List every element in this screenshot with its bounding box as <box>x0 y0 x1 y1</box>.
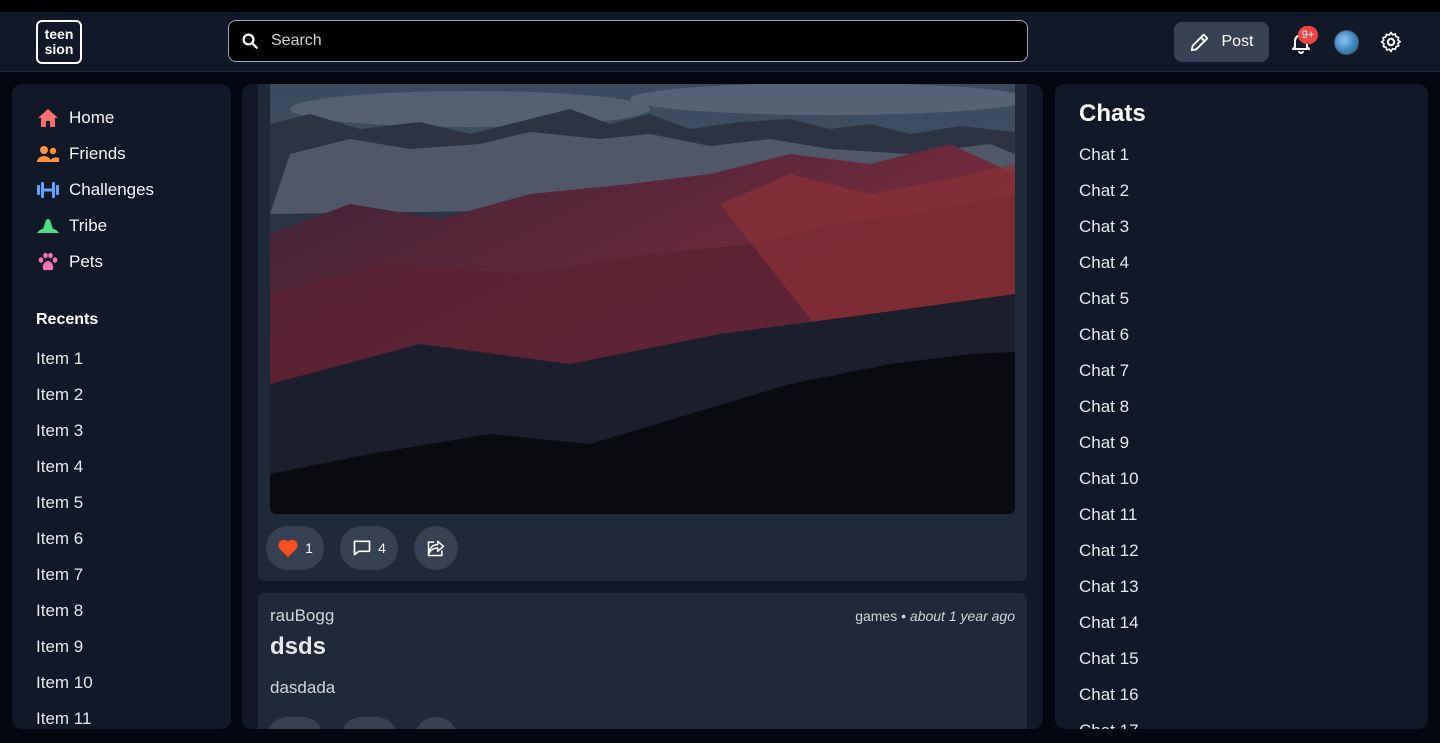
post-card: 1 4 <box>258 84 1027 581</box>
dumbbell-icon <box>37 182 59 198</box>
recent-item[interactable]: Item 6 <box>36 529 83 549</box>
post-category[interactable]: games <box>855 608 897 624</box>
chats-title: Chats <box>1079 100 1146 127</box>
chat-item[interactable]: Chat 2 <box>1079 181 1129 201</box>
chat-item[interactable]: Chat 15 <box>1079 649 1139 669</box>
users-icon <box>37 146 59 162</box>
nav-label: Home <box>69 108 115 127</box>
recent-item[interactable]: Item 5 <box>36 493 83 513</box>
chat-item[interactable]: Chat 10 <box>1079 469 1139 489</box>
post-title[interactable]: dsds <box>270 633 326 661</box>
hat-icon <box>37 219 59 233</box>
heart-icon <box>278 539 298 558</box>
post-time: about 1 year ago <box>909 608 1015 624</box>
chat-item[interactable]: Chat 9 <box>1079 433 1129 453</box>
nav-label: Friends <box>69 144 126 163</box>
chat-item[interactable]: Chat 11 <box>1079 505 1137 525</box>
recent-item[interactable]: Item 4 <box>36 457 83 477</box>
comment-button[interactable]: 4 <box>340 526 398 570</box>
nav-label: Challenges <box>69 180 155 199</box>
recent-item[interactable]: Item 8 <box>36 601 83 621</box>
gear-icon[interactable] <box>1379 30 1403 54</box>
share-button[interactable] <box>414 717 458 729</box>
home-icon <box>38 109 58 127</box>
post-meta: games • about 1 year ago <box>855 608 1015 624</box>
recent-item[interactable]: Item 3 <box>36 421 83 441</box>
feed: 1 4 rauBogg games • about 1 year ago dsd… <box>242 84 1043 729</box>
chat-item[interactable]: Chat 16 <box>1079 685 1139 705</box>
search-bar[interactable] <box>228 20 1028 62</box>
header: teen sion Post 9+ <box>0 12 1440 72</box>
post-image <box>270 84 1015 514</box>
chat-item[interactable]: Chat 5 <box>1079 289 1129 309</box>
recent-item[interactable]: Item 10 <box>36 673 93 693</box>
nav-item-home[interactable]: Home <box>36 104 114 132</box>
avatar[interactable] <box>1334 30 1359 55</box>
post-button[interactable]: Post <box>1174 22 1269 62</box>
nav-label: Tribe <box>69 216 108 235</box>
nav-label: Pets <box>69 252 104 271</box>
chat-item[interactable]: Chat 17 <box>1079 721 1139 729</box>
recent-item[interactable]: Item 2 <box>36 385 83 405</box>
like-button[interactable] <box>266 717 324 729</box>
like-button[interactable]: 1 <box>266 526 324 570</box>
logo-line-1: teen <box>44 26 74 42</box>
pencil-icon <box>1191 33 1209 52</box>
left-sidebar: Home Friends Challenges Tribe Pets Recen… <box>12 84 231 729</box>
comment-count: 4 <box>378 540 386 556</box>
share-button[interactable] <box>414 526 458 570</box>
comment-button[interactable] <box>340 717 398 729</box>
search-icon <box>242 33 258 49</box>
nav-item-pets[interactable]: Pets <box>36 248 103 276</box>
chat-item[interactable]: Chat 4 <box>1079 253 1129 273</box>
notification-badge: 9+ <box>1298 26 1318 44</box>
nav-item-tribe[interactable]: Tribe <box>36 212 107 240</box>
comment-icon <box>353 540 371 556</box>
nav-item-friends[interactable]: Friends <box>36 140 126 168</box>
paw-icon <box>38 252 58 271</box>
chat-item[interactable]: Chat 7 <box>1079 361 1129 381</box>
logo-line-2: sion <box>44 41 74 57</box>
chat-item[interactable]: Chat 8 <box>1079 397 1129 417</box>
share-icon <box>427 540 445 557</box>
chat-item[interactable]: Chat 12 <box>1079 541 1139 561</box>
like-count: 1 <box>305 540 313 556</box>
nav-item-challenges[interactable]: Challenges <box>36 176 154 204</box>
recent-item[interactable]: Item 7 <box>36 565 83 585</box>
chat-item[interactable]: Chat 6 <box>1079 325 1129 345</box>
post-author[interactable]: rauBogg <box>270 606 334 626</box>
chat-item[interactable]: Chat 13 <box>1079 577 1139 597</box>
meta-separator: • <box>901 608 910 624</box>
chat-item[interactable]: Chat 1 <box>1079 145 1129 165</box>
chat-item[interactable]: Chat 14 <box>1079 613 1139 633</box>
post-card: rauBogg games • about 1 year ago dsds da… <box>258 593 1027 729</box>
post-body: dasdada <box>270 678 336 697</box>
search-input[interactable] <box>269 21 973 61</box>
chats-panel: Chats Chat 1 Chat 2 Chat 3 Chat 4 Chat 5… <box>1055 84 1428 729</box>
logo[interactable]: teen sion <box>36 20 82 64</box>
recent-item[interactable]: Item 11 <box>36 709 91 729</box>
recents-title: Recents <box>36 311 99 328</box>
post-button-label: Post <box>1221 33 1254 50</box>
chat-item[interactable]: Chat 3 <box>1079 217 1129 237</box>
recent-item[interactable]: Item 1 <box>36 349 83 369</box>
top-strip <box>0 0 1440 12</box>
recent-item[interactable]: Item 9 <box>36 637 83 657</box>
